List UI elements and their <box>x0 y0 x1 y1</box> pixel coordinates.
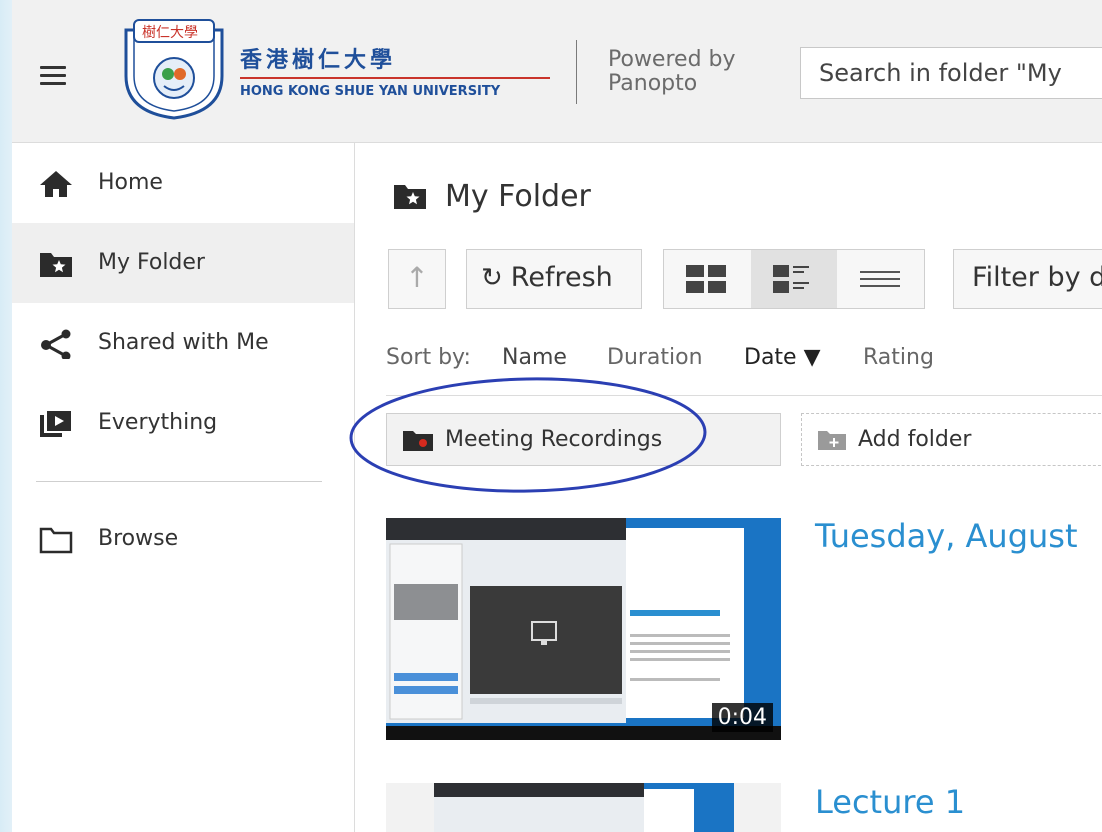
university-logo[interactable]: 樹仁大學 香港樹仁大學 HONG KONG SHUE YAN UNIVERSIT… <box>124 16 554 120</box>
view-list-button[interactable] <box>838 250 924 308</box>
sort-by-duration[interactable]: Duration <box>607 345 703 370</box>
view-mode-group <box>663 249 925 309</box>
screen-recording-preview <box>386 783 781 832</box>
view-thumbnail-button[interactable] <box>664 250 750 308</box>
add-folder-icon <box>818 431 846 450</box>
star-folder-icon <box>394 185 426 209</box>
sort-divider <box>386 395 1102 396</box>
folder-meeting-recordings[interactable]: Meeting Recordings <box>386 413 781 466</box>
sort-prefix: Sort by: <box>386 345 471 370</box>
filter-by-date-button[interactable]: Filter by d <box>953 249 1102 309</box>
top-header: 樹仁大學 香港樹仁大學 HONG KONG SHUE YAN UNIVERSIT… <box>12 0 1102 143</box>
share-icon <box>41 329 71 359</box>
app-window: 樹仁大學 香港樹仁大學 HONG KONG SHUE YAN UNIVERSIT… <box>12 0 1102 832</box>
sidebar-item-label: Everything <box>98 410 218 435</box>
session-duration-badge: 0:04 <box>711 703 773 732</box>
sidebar-item-home[interactable]: Home <box>12 143 354 223</box>
main-content: My Folder ↑ ↻ Refresh Filter by d Sort b… <box>349 143 1102 832</box>
refresh-label: Refresh <box>510 262 613 293</box>
sidebar-item-label: Browse <box>98 526 179 551</box>
refresh-button[interactable]: ↻ Refresh <box>466 249 642 309</box>
sidebar-nav: Home My Folder Shared with Me Everything… <box>12 143 355 832</box>
view-detail-button[interactable] <box>751 250 837 308</box>
sidebar-item-my-folder[interactable]: My Folder <box>12 223 354 303</box>
search-input[interactable]: Search in folder "My <box>800 47 1102 99</box>
folder-label: Meeting Recordings <box>445 427 663 452</box>
sidebar-item-label: Home <box>98 170 163 195</box>
sort-by-date[interactable]: Date ▼ <box>744 345 821 370</box>
up-level-button[interactable]: ↑ <box>388 249 446 309</box>
session-thumbnail[interactable] <box>386 783 781 832</box>
add-folder-button[interactable]: Add folder <box>801 413 1102 466</box>
header-divider <box>576 40 577 104</box>
menu-hamburger-icon[interactable] <box>40 66 66 86</box>
powered-by-panopto: Powered by Panopto <box>608 48 736 96</box>
session-title-link[interactable]: Lecture 1 <box>815 783 965 821</box>
sidebar-item-label: My Folder <box>98 250 205 275</box>
recording-folder-icon <box>403 431 433 451</box>
powered-line1: Powered by <box>608 47 736 72</box>
page-title: My Folder <box>445 179 591 214</box>
sidebar-item-browse[interactable]: Browse <box>12 499 354 579</box>
session-thumbnail[interactable]: 0:04 <box>386 518 781 740</box>
star-folder-icon <box>40 253 72 277</box>
session-title-link[interactable]: Tuesday, August <box>815 517 1078 555</box>
list-view-icon <box>860 271 900 287</box>
sidebar-item-label: Shared with Me <box>98 330 269 355</box>
grid-view-icon <box>686 265 726 293</box>
logo-chinese-name: 香港樹仁大學 <box>240 48 397 73</box>
home-icon <box>40 171 72 197</box>
detail-view-icon <box>773 265 809 293</box>
sidebar-item-shared-with-me[interactable]: Shared with Me <box>12 303 354 383</box>
add-folder-label: Add folder <box>858 427 972 452</box>
sidebar-item-everything[interactable]: Everything <box>12 383 354 463</box>
folder-outline-icon <box>39 527 73 554</box>
logo-english-name: HONG KONG SHUE YAN UNIVERSITY <box>240 84 501 99</box>
logo-chinese-top: 樹仁大學 <box>142 25 198 41</box>
play-library-icon <box>40 411 71 437</box>
sort-by-rating[interactable]: Rating <box>863 345 934 370</box>
sort-by-name[interactable]: Name <box>502 345 567 370</box>
powered-line2: Panopto <box>608 71 698 96</box>
refresh-icon: ↻ <box>481 263 503 293</box>
sidebar-divider <box>36 481 322 482</box>
